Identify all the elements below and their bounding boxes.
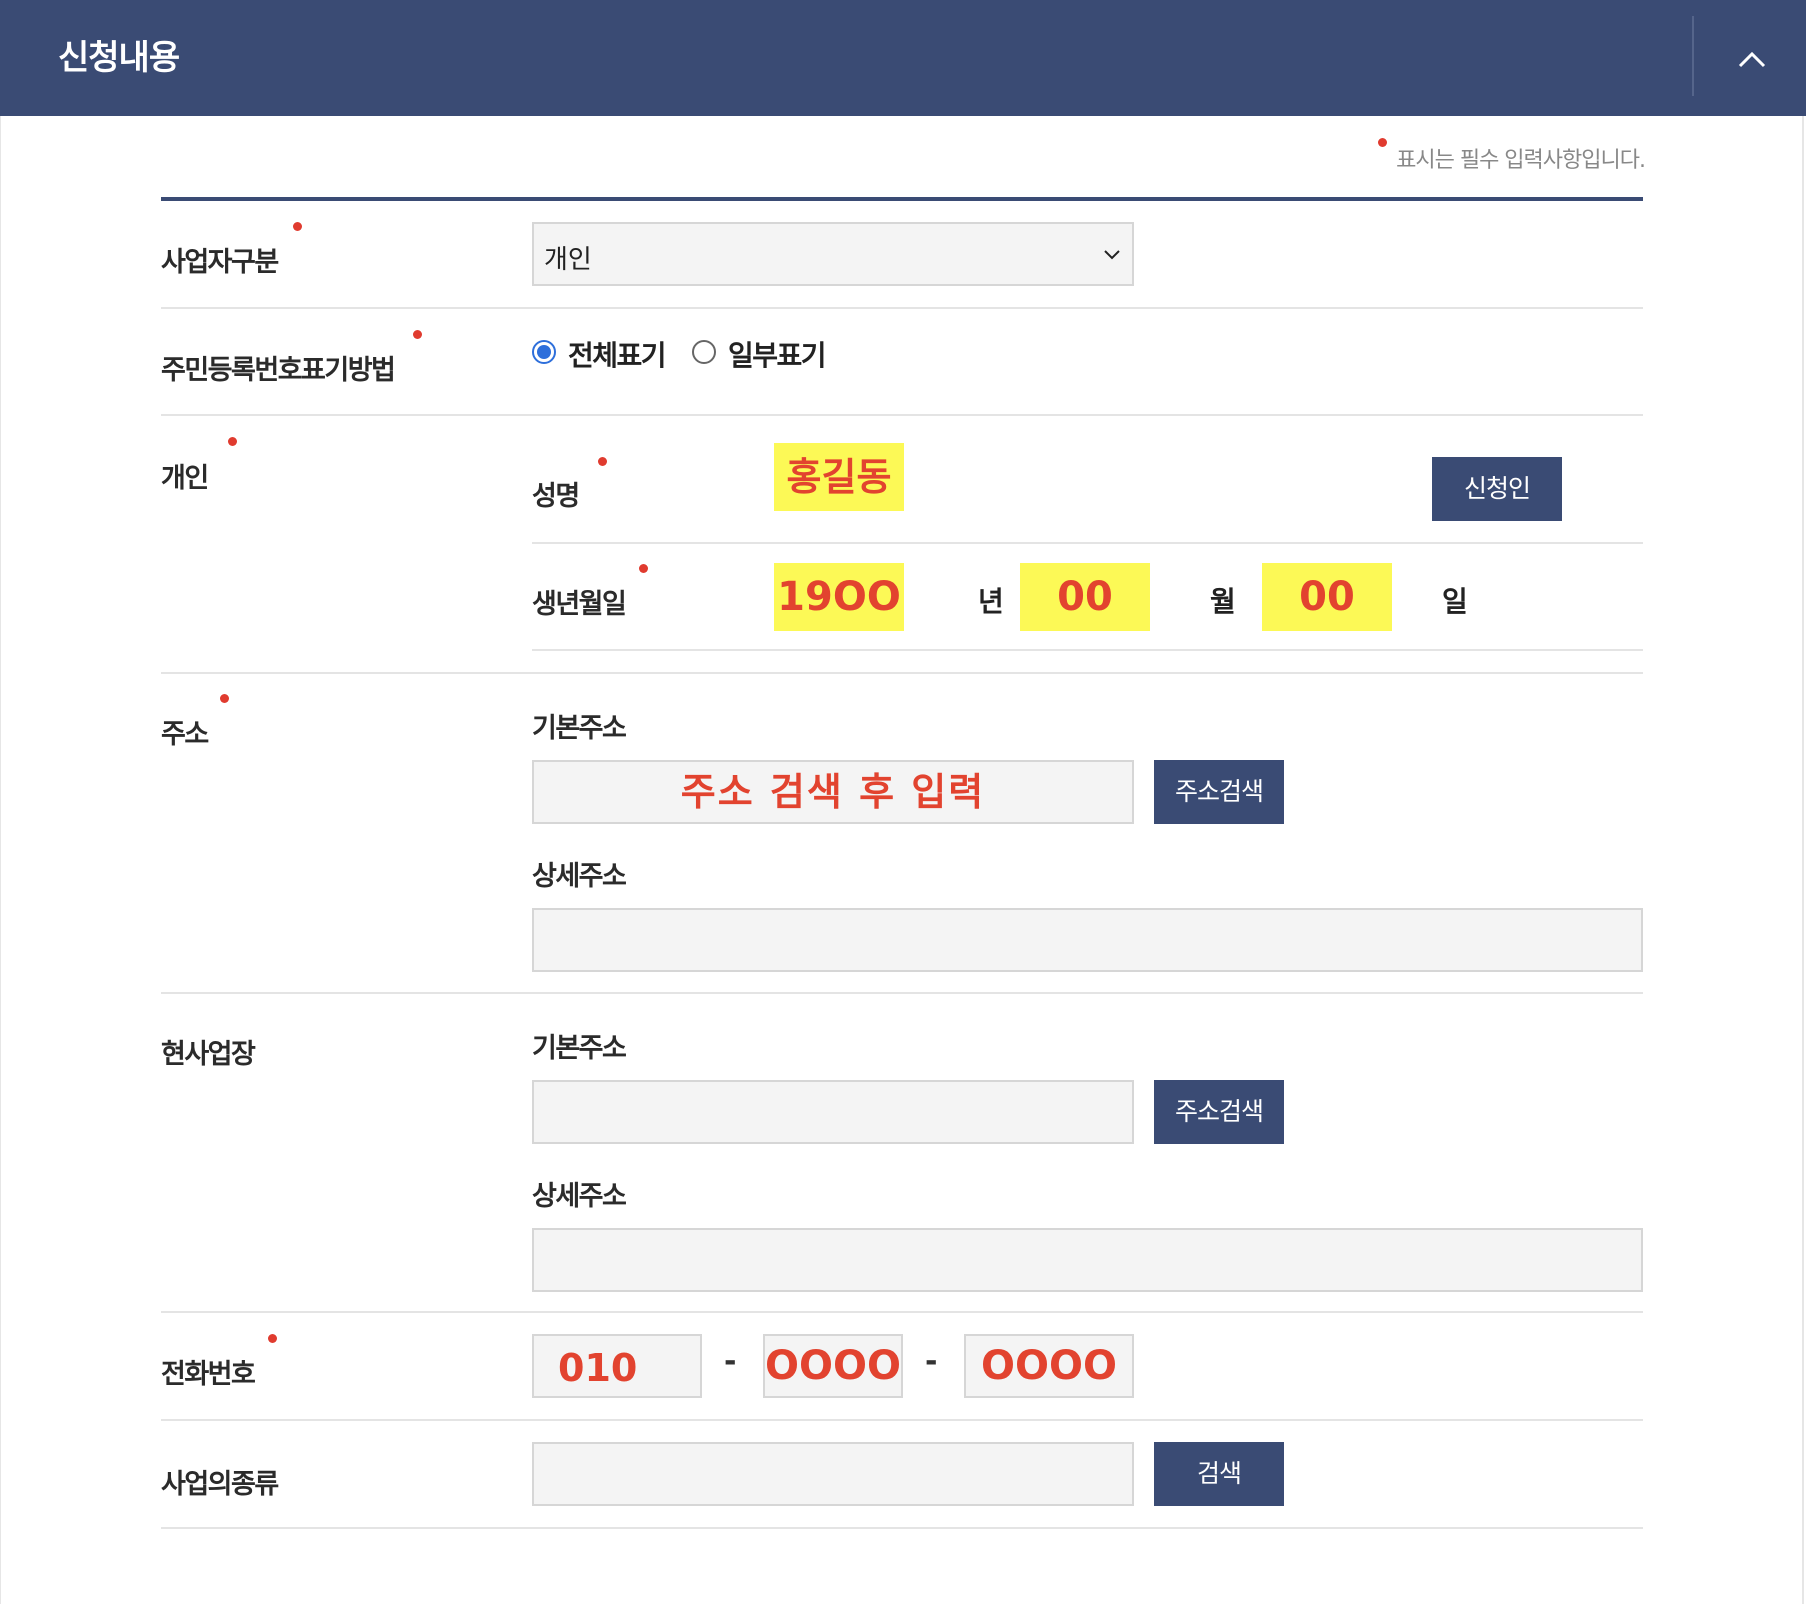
radio-partial-display-label[interactable]: 일부표기 <box>728 334 827 374</box>
workplace-search-button[interactable]: 주소검색 <box>1154 1080 1284 1144</box>
business-kind-search-button[interactable]: 검색 <box>1154 1442 1284 1506</box>
address-detail-input[interactable] <box>532 908 1643 972</box>
birth-day-input[interactable]: 00 <box>1262 563 1392 631</box>
row-divider <box>161 307 1643 309</box>
required-note-text: 표시는 필수 입력사항입니다. <box>1396 148 1646 173</box>
required-dot-icon <box>228 437 237 446</box>
section-header: 신청내용 <box>0 0 1806 116</box>
section-title: 신청내용 <box>58 38 180 78</box>
business-type-label: 사업자구분 <box>161 247 279 278</box>
row-divider <box>161 1419 1643 1421</box>
address-search-button[interactable]: 주소검색 <box>1154 760 1284 824</box>
workplace-basic-label: 기본주소 <box>532 1033 627 1064</box>
business-type-select[interactable]: 개인 <box>532 222 1134 286</box>
id-display-label: 주민등록번호표기방법 <box>161 355 396 386</box>
birth-month-input[interactable]: 00 <box>1020 563 1150 631</box>
phone-part1-input[interactable]: 010 <box>532 1334 702 1398</box>
required-dot-icon <box>598 457 607 466</box>
table-top-rule <box>161 197 1643 201</box>
required-dot-icon <box>220 694 229 703</box>
day-unit: 일 <box>1442 585 1468 618</box>
workplace-basic-input[interactable] <box>532 1080 1134 1144</box>
phone-part1-value: 010 <box>558 1346 638 1390</box>
chevron-up-icon <box>1738 51 1766 68</box>
phone-separator: - <box>724 1344 737 1379</box>
required-dot-icon <box>293 222 302 231</box>
address-basic-label: 기본주소 <box>532 713 627 744</box>
row-divider <box>161 672 1643 674</box>
radio-full-display[interactable] <box>532 340 556 364</box>
address-basic-value: 주소 검색 후 입력 <box>680 770 986 814</box>
address-label: 주소 <box>161 719 209 750</box>
name-input[interactable]: 홍길동 <box>774 443 904 511</box>
phone-part2-input[interactable]: OOOO <box>763 1334 903 1398</box>
individual-label: 개인 <box>161 463 209 494</box>
business-type-selected: 개인 <box>544 245 592 275</box>
workplace-label: 현사업장 <box>161 1039 256 1070</box>
required-dot-icon <box>268 1334 277 1343</box>
address-detail-label: 상세주소 <box>532 861 627 892</box>
business-kind-input[interactable] <box>532 1442 1134 1506</box>
address-basic-input[interactable]: 주소 검색 후 입력 <box>532 760 1134 824</box>
chevron-down-icon <box>1104 250 1120 260</box>
workplace-detail-input[interactable] <box>532 1228 1643 1292</box>
phone-part3-value: OOOO <box>980 1343 1117 1389</box>
business-kind-label: 사업의종류 <box>161 1469 279 1500</box>
row-divider <box>161 992 1643 994</box>
workplace-detail-label: 상세주소 <box>532 1181 627 1212</box>
phone-label: 전화번호 <box>161 1359 256 1390</box>
applicant-button[interactable]: 신청인 <box>1432 457 1562 521</box>
header-divider <box>1692 16 1694 96</box>
row-divider <box>161 1311 1643 1313</box>
name-label: 성명 <box>532 481 580 512</box>
month-unit: 월 <box>1210 585 1236 618</box>
radio-full-display-label[interactable]: 전체표기 <box>568 334 667 374</box>
row-divider <box>161 414 1643 416</box>
year-unit: 년 <box>978 585 1004 618</box>
birth-year-input[interactable]: 19OO <box>774 563 904 631</box>
sub-row-divider <box>532 542 1643 544</box>
phone-separator: - <box>925 1344 938 1379</box>
required-dot-icon <box>413 330 422 339</box>
row-divider <box>161 1527 1643 1529</box>
birthdate-label: 생년월일 <box>532 589 627 620</box>
phone-part2-value: OOOO <box>765 1343 902 1389</box>
required-note: 표시는 필수 입력사항입니다. <box>1378 138 1646 174</box>
phone-part3-input[interactable]: OOOO <box>964 1334 1134 1398</box>
sub-row-divider <box>532 649 1643 651</box>
radio-partial-display[interactable] <box>692 340 716 364</box>
collapse-toggle-button[interactable] <box>1720 22 1784 92</box>
required-dot-icon <box>639 564 648 573</box>
